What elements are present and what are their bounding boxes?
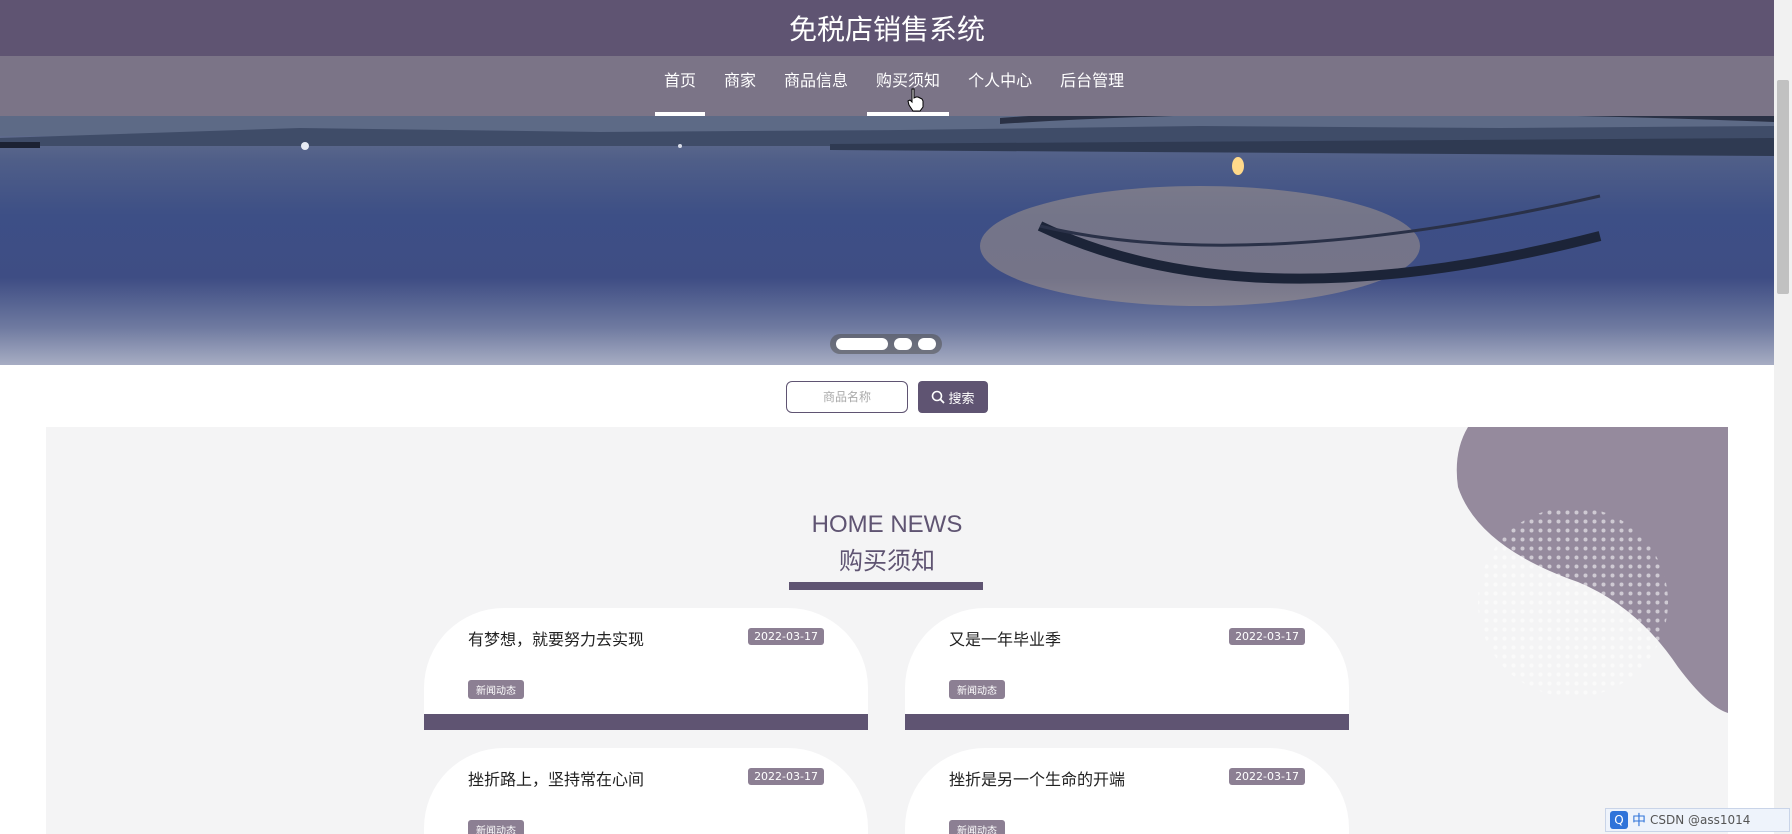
banner-landscape-image <box>0 116 1774 306</box>
news-card-title: 挫折是另一个生命的开端 <box>949 770 1126 789</box>
news-card-bar <box>905 714 1349 730</box>
news-card-title: 又是一年毕业季 <box>949 630 1062 649</box>
news-section: HOME NEWS 购买须知 有梦想，就要努力去实现 2022-03-17 新闻… <box>46 427 1728 834</box>
carousel-indicators <box>830 334 942 354</box>
search-input[interactable] <box>786 381 908 413</box>
carousel-dot-3[interactable] <box>918 338 936 350</box>
carousel-dot-2[interactable] <box>894 338 912 350</box>
news-card-title: 有梦想，就要努力去实现 <box>468 630 645 649</box>
main-nav: 首页 商家 商品信息 购买须知 个人中心 后台管理 <box>0 56 1774 116</box>
hand-cursor-icon <box>907 88 924 112</box>
news-card-tag: 新闻动态 <box>949 820 1005 834</box>
section-title-underline <box>789 582 983 590</box>
nav-item-admin[interactable]: 后台管理 <box>1051 56 1133 116</box>
news-card-bar <box>424 714 868 730</box>
nav-item-home[interactable]: 首页 <box>655 56 706 116</box>
news-card-date: 2022-03-17 <box>1229 628 1305 645</box>
news-card-title: 挫折路上，坚持常在心间 <box>468 770 645 789</box>
hero-banner <box>0 116 1774 365</box>
site-header: 免税店销售系统 <box>0 0 1774 56</box>
nav-item-products[interactable]: 商品信息 <box>775 56 857 116</box>
news-card[interactable]: 有梦想，就要努力去实现 2022-03-17 新闻动态 <box>424 608 868 730</box>
site-title: 免税店销售系统 <box>788 13 985 46</box>
ime-toolbar: Q 中 CSDN @ass1014 <box>1605 808 1790 832</box>
search-bar: 搜索 <box>786 381 988 413</box>
search-icon <box>932 390 946 404</box>
news-card-date: 2022-03-17 <box>748 628 824 645</box>
nav-item-personal-center[interactable]: 个人中心 <box>959 56 1041 116</box>
news-card-date: 2022-03-17 <box>748 768 824 785</box>
nav-item-merchants[interactable]: 商家 <box>715 56 765 116</box>
scrollbar-thumb[interactable] <box>1777 80 1789 294</box>
news-card-tag: 新闻动态 <box>468 820 524 834</box>
news-card-tag: 新闻动态 <box>468 680 524 699</box>
section-title-cn: 购买须知 <box>839 547 935 575</box>
news-card[interactable]: 挫折路上，坚持常在心间 2022-03-17 新闻动态 <box>424 748 868 834</box>
search-button[interactable]: 搜索 <box>918 381 988 413</box>
news-card[interactable]: 挫折是另一个生命的开端 2022-03-17 新闻动态 <box>905 748 1349 834</box>
carousel-dot-1[interactable] <box>836 338 888 350</box>
ime-logo-icon: Q <box>1610 811 1628 829</box>
page-scrollbar[interactable] <box>1774 0 1792 834</box>
search-button-label: 搜索 <box>948 391 975 407</box>
csdn-watermark: CSDN @ass1014 <box>1650 813 1751 827</box>
news-card-tag: 新闻动态 <box>949 680 1005 699</box>
news-card-date: 2022-03-17 <box>1229 768 1305 785</box>
news-card[interactable]: 又是一年毕业季 2022-03-17 新闻动态 <box>905 608 1349 730</box>
ime-language-toggle[interactable]: 中 <box>1632 810 1646 830</box>
section-title-en: HOME NEWS <box>811 511 963 538</box>
